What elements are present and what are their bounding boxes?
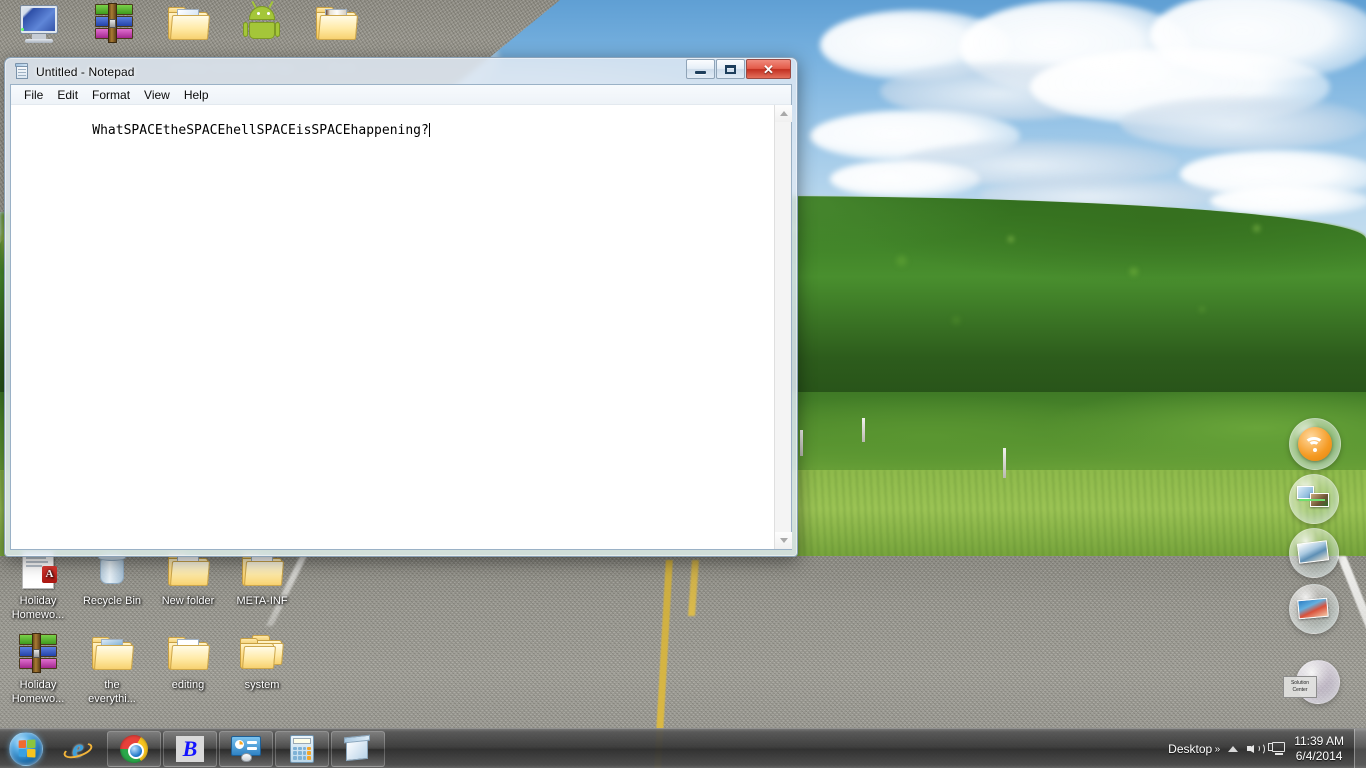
control-panel-icon [231,735,261,762]
windows-logo-icon [9,731,43,766]
calculator-icon [290,734,314,763]
gadget-photo[interactable] [1289,584,1339,634]
taskbar-notepad[interactable] [331,730,385,767]
gadget-print[interactable] [1289,528,1339,578]
scroll-down-button[interactable] [775,532,792,549]
minimize-button[interactable] [686,59,715,79]
guard-post [1003,448,1006,478]
network-icon [1268,741,1286,756]
desktop-icon-archive-top[interactable] [76,2,152,48]
notepad-client-area: File Edit Format View Help WhatSPACEtheS… [10,84,792,550]
volume-icon [1247,742,1266,756]
folder-icon [88,632,136,676]
network-button[interactable] [1266,738,1288,760]
desktop-icon-folder-top1[interactable] [150,2,226,48]
notepad-title-bar[interactable]: Untitled - Notepad ✕ [10,58,792,84]
text-caret [428,123,430,137]
b-icon: B [176,735,204,762]
chevron-up-icon [1228,745,1239,752]
desktop-icon-editing[interactable]: editing [150,632,226,692]
desktop[interactable]: Holiday Homewo... allbridge... Book A Ho… [0,0,1366,768]
winrar-archive-icon [14,632,62,676]
desktop-icon-label: New folder [161,595,215,607]
desktop-icon-new-folder[interactable]: New folder [150,548,226,608]
taskbar-control-panel[interactable] [219,730,273,767]
desktop-icon-label: editing [171,679,205,691]
desktop-label-text: Desktop [1168,741,1213,756]
scroll-up-button[interactable] [775,105,792,122]
menu-format[interactable]: Format [85,86,137,104]
cloud [1120,96,1366,150]
close-button[interactable]: ✕ [746,59,791,79]
scan-photo-icon [1297,486,1331,512]
guard-post [862,418,865,442]
show-desktop-button[interactable] [1354,728,1366,768]
desktop-icon-label: Holiday Homewo... [11,679,65,705]
vertical-scrollbar[interactable] [774,105,792,549]
folder-icon [164,2,212,46]
notepad-icon [14,63,30,80]
winrar-archive-icon [90,2,138,46]
desktop-toolbar-label[interactable]: Desktop » [1158,742,1222,756]
gadget-scan[interactable] [1289,474,1339,524]
menu-bar[interactable]: File Edit Format View Help [11,85,791,105]
desktop-icon-folder-top2[interactable] [298,2,374,48]
desktop-icon-system[interactable]: system [224,632,300,692]
internet-explorer-icon: e [61,734,95,763]
desktop-icon-holiday-homework-pdf[interactable]: A Holiday Homewo... [0,548,76,622]
desktop-icon-android[interactable] [224,0,300,48]
desktop-icon-recycle-bin[interactable]: Recycle Bin [74,548,150,608]
taskbar[interactable]: e B Desktop » 11:39 AM 6/4/2014 [0,728,1366,768]
chevron-up-icon [779,111,788,116]
desktop-icon-holiday-homework-archive[interactable]: Holiday Homewo... [0,632,76,706]
gadget-wireless[interactable] [1289,418,1341,470]
print-photo-icon [1296,540,1331,566]
volume-button[interactable] [1244,738,1266,760]
text-editor[interactable]: WhatSPACEtheSPACEhellSPACEisSPACEhappeni… [11,105,774,549]
clock[interactable]: 11:39 AM 6/4/2014 [1288,734,1354,764]
taskbar-internet-explorer[interactable]: e [51,731,105,767]
solution-center-icon[interactable]: Solution Center [1283,676,1317,698]
system-tray[interactable]: Desktop » 11:39 AM 6/4/2014 [1158,728,1366,768]
menu-view[interactable]: View [137,86,177,104]
android-icon [238,0,286,46]
close-icon: ✕ [763,61,774,77]
photo-icon [1297,596,1331,622]
desktop-icon-label: system [244,679,280,691]
clock-time: 11:39 AM [1294,733,1344,748]
folder-book-icon [312,2,360,46]
show-hidden-icons-button[interactable] [1222,738,1244,760]
taskbar-bluestacks[interactable]: B [163,730,217,767]
clock-date: 6/4/2014 [1295,748,1343,763]
menu-edit[interactable]: Edit [50,86,85,104]
wifi-icon [1298,427,1332,461]
window-title: Untitled - Notepad [36,65,135,79]
menu-file[interactable]: File [17,86,50,104]
folder-icon [164,632,212,676]
desktop-icon-computer[interactable] [2,2,78,48]
menu-help[interactable]: Help [177,86,216,104]
taskbar-google-chrome[interactable] [107,730,161,767]
notepad-icon [344,734,372,762]
desktop-icon-label: Holiday Homewo... [11,595,65,621]
chevron-down-icon [779,538,788,543]
text-area-wrapper[interactable]: WhatSPACEtheSPACEhellSPACEisSPACEhappeni… [11,105,792,549]
guard-post [800,430,803,456]
desktop-icon-the-everything[interactable]: the everythi... [74,632,150,706]
window-controls[interactable]: ✕ [685,59,791,79]
start-button[interactable] [2,730,50,768]
chrome-icon [120,734,148,763]
document-text: WhatSPACEtheSPACEhellSPACEisSPACEhappeni… [92,123,429,138]
desktop-icon-label: Recycle Bin [82,595,142,607]
notepad-window[interactable]: Untitled - Notepad ✕ File Edit Format Vi… [4,57,798,557]
desktop-icon-label: the everythi... [88,679,136,705]
multi-folder-icon [238,632,286,676]
maximize-button[interactable] [716,59,745,79]
desktop-icon-meta-inf[interactable]: META-INF [224,548,300,608]
chevron-double-right-icon: » [1214,743,1221,755]
desktop-icon-label: META-INF [236,595,288,607]
computer-icon [16,2,64,46]
cloud [830,160,980,198]
taskbar-calculator[interactable] [275,730,329,767]
